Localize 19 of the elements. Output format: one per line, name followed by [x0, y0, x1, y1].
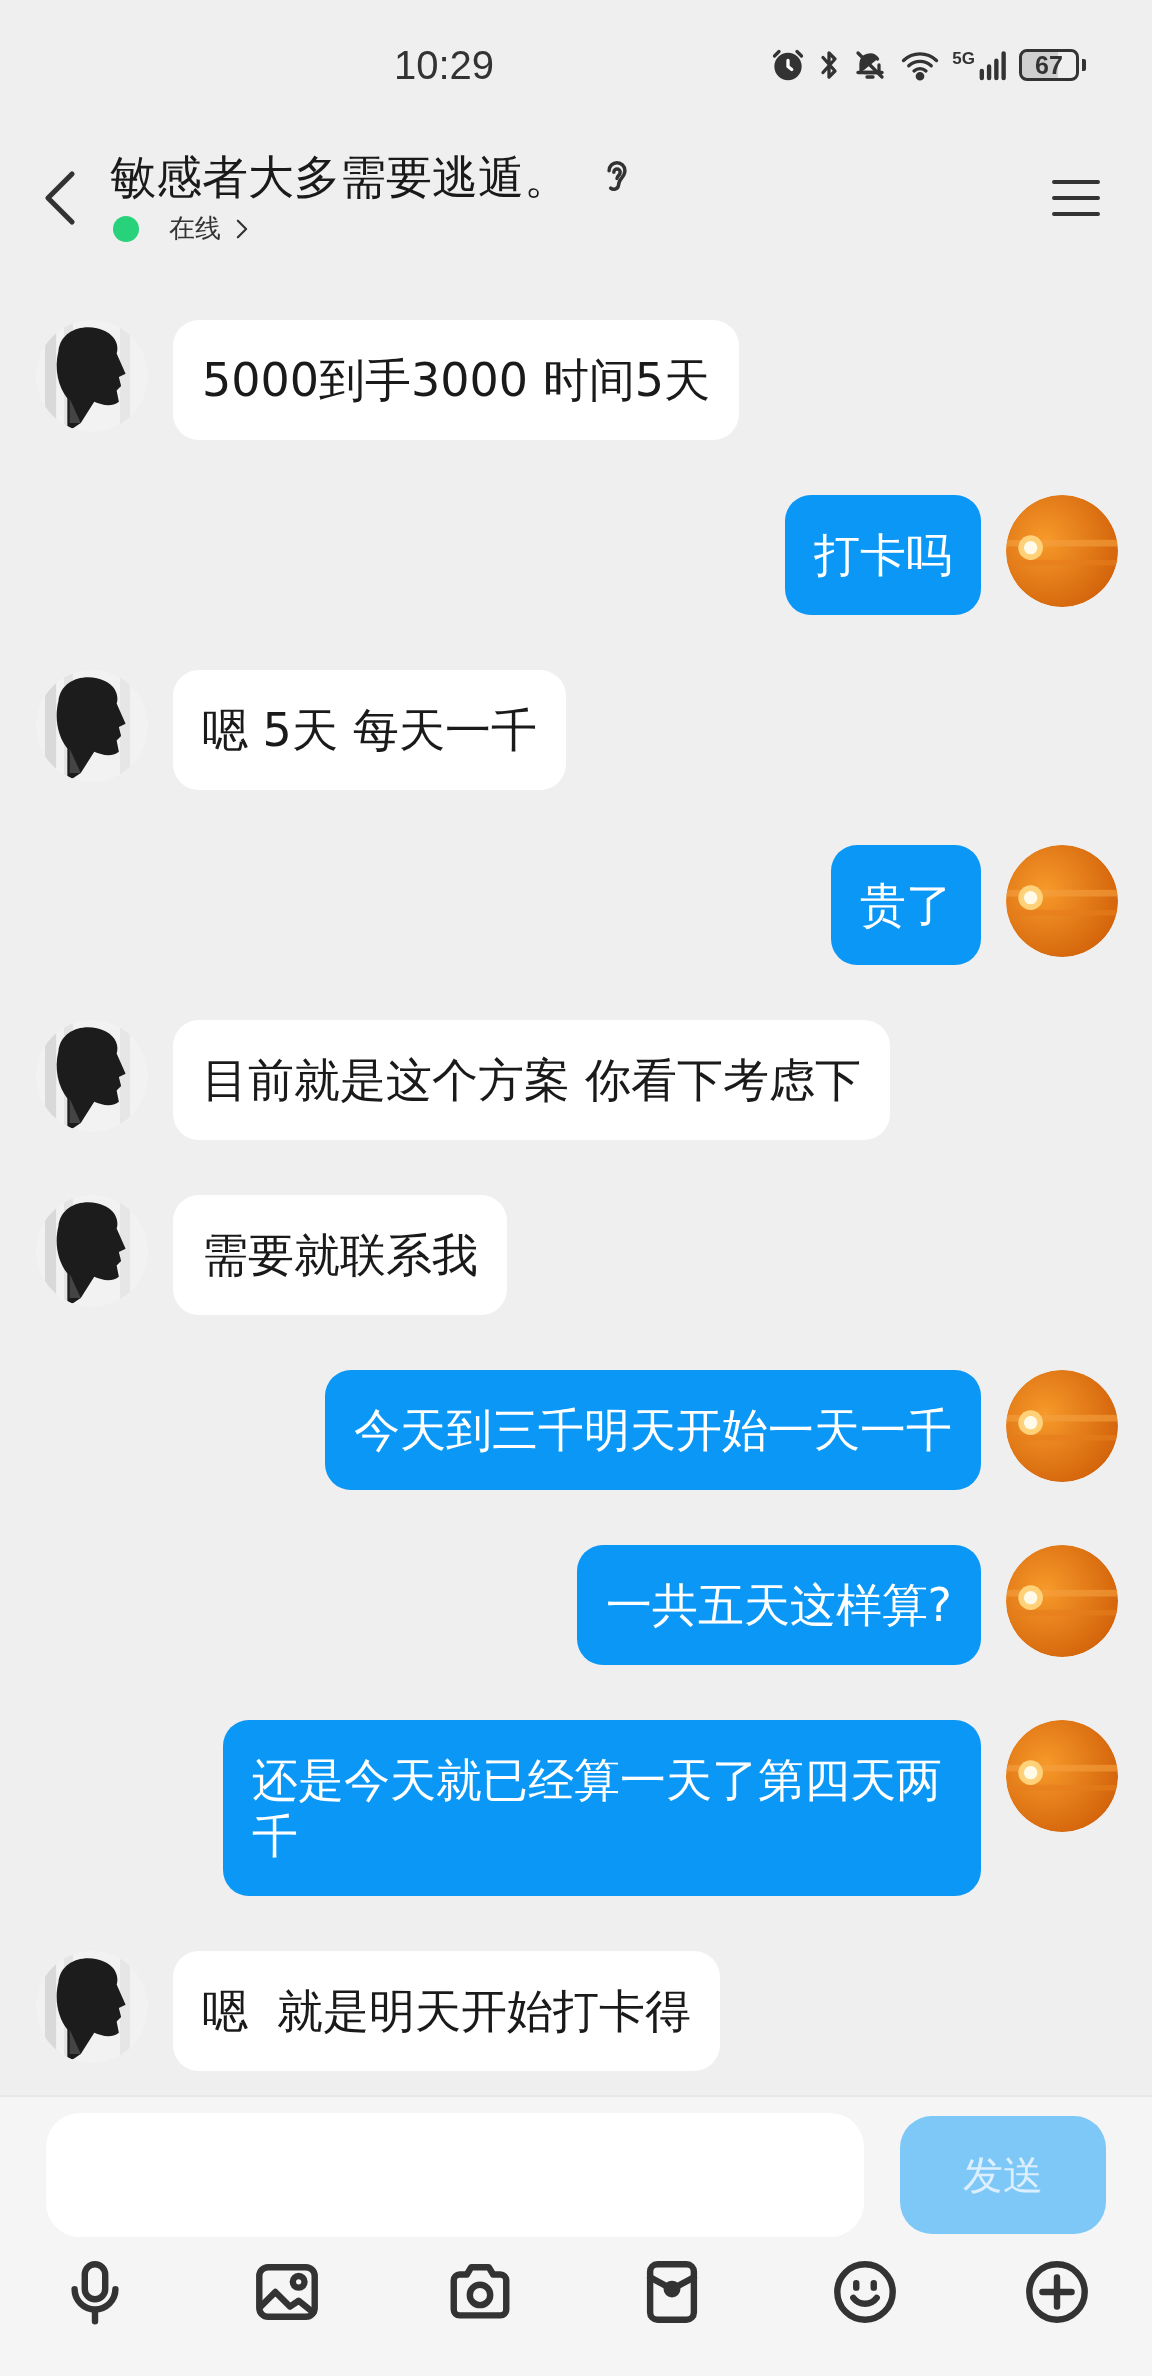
message-bubble: 贵了 [831, 845, 981, 965]
message-bubble: 嗯 就是明天开始打卡得 [173, 1951, 721, 2071]
network-type: 5G [952, 49, 975, 69]
chevron-right-icon[interactable] [235, 217, 249, 240]
message-bubble: 一共五天这样算? [576, 1545, 981, 1665]
message-bubble: 5000到手3000 时间5天 [173, 320, 740, 440]
status-time: 10:29 [394, 42, 495, 88]
message-bubble: 目前就是这个方案 你看下考虑下 [173, 1020, 890, 1140]
message-bubble: 还是今天就已经算一天了第四天两千 [223, 1720, 981, 1896]
online-dot [113, 215, 139, 242]
signal-icon [977, 49, 1007, 81]
message-bubble: 需要就联系我 [173, 1195, 507, 1315]
message-bubble: 嗯 5天 每天一千 [173, 670, 566, 790]
presence-status[interactable]: 在线 [153, 211, 221, 246]
menu-icon[interactable] [1050, 177, 1102, 218]
battery-level: 67 [1019, 49, 1079, 81]
chat-title: 敏感者大多需要逃遁。 [110, 149, 570, 205]
message-bubble: 打卡吗 [785, 495, 981, 615]
message-bubble: 今天到三千明天开始一天一千 [325, 1370, 981, 1490]
